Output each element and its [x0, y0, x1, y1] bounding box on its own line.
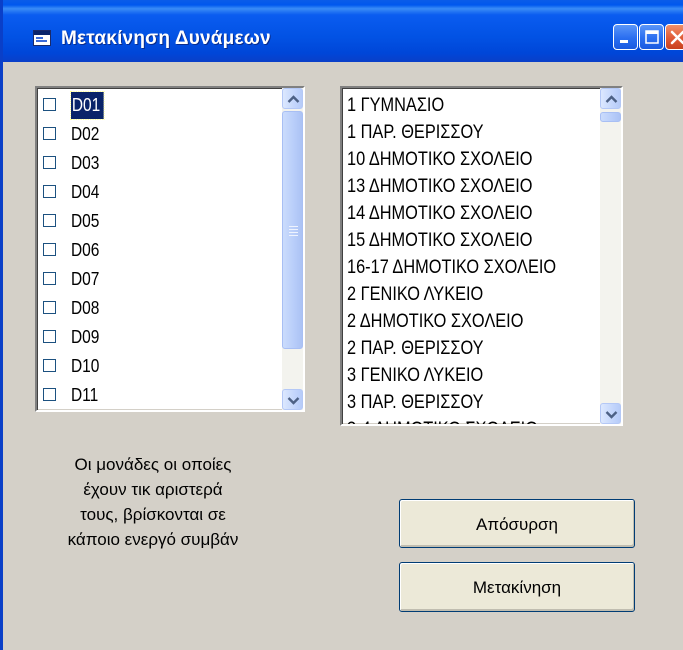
unit-label: D07 [71, 269, 100, 289]
move-forces-window: Μετακίνηση Δυνάμεων D01 D02 D03 D04 D05 D06 D0… [0, 0, 683, 650]
locations-scroll-thumb[interactable] [600, 112, 621, 122]
unit-label: D08 [71, 298, 100, 318]
locations-scroll-down-button[interactable] [600, 403, 621, 424]
unit-label: D01 [70, 91, 105, 120]
locations-list[interactable]: 1 ΓΥΜΝΑΣΙΟ 1 ΠΑΡ. ΘΕΡΙΣΣΟΥ 10 ΔΗΜΟΤΙΚΟ ΣΧΟ… [340, 86, 623, 426]
unit-list-item[interactable]: D02 [37, 121, 109, 150]
close-icon [670, 30, 683, 45]
unit-list-item[interactable]: D01 [37, 91, 109, 121]
unit-checkbox[interactable] [43, 388, 56, 401]
unit-checkbox[interactable] [43, 98, 56, 111]
locations-scroll-up-button[interactable] [600, 88, 621, 109]
location-list-item[interactable]: 3-4 ΔΗΜΟΤΙΚΟ ΣΧΟΛΕΙΟ [347, 416, 556, 424]
units-scroll-thumb[interactable] [282, 111, 303, 349]
unit-checkbox[interactable] [43, 330, 56, 343]
chevron-down-icon [287, 397, 300, 405]
unit-label: D04 [71, 182, 100, 202]
location-list-item[interactable]: 2 ΠΑΡ. ΘΕΡΙΣΣΟΥ [347, 335, 556, 362]
note-line: Οι μονάδες οι οποίες [74, 455, 232, 474]
chevron-up-icon [605, 95, 618, 103]
unit-list-item[interactable]: D09 [37, 324, 109, 353]
unit-label: D09 [71, 327, 100, 347]
location-list-item[interactable]: 1 ΓΥΜΝΑΣΙΟ [347, 92, 556, 119]
units-scroll-up-button[interactable] [282, 88, 303, 109]
unit-label: D06 [71, 240, 100, 260]
unit-list-item[interactable]: D03 [37, 150, 109, 179]
location-list-item[interactable]: 3 ΓΕΝΙΚΟ ΛΥΚΕΙΟ [347, 362, 556, 389]
location-list-item[interactable]: 16-17 ΔΗΜΟΤΙΚΟ ΣΧΟΛΕΙΟ [347, 254, 556, 281]
grip-icon [289, 226, 298, 236]
window-title: Μετακίνηση Δυνάμεων [61, 28, 271, 49]
unit-list-item[interactable]: D05 [37, 208, 109, 237]
unit-checkbox[interactable] [43, 301, 56, 314]
maximize-icon [645, 30, 659, 44]
app-window-icon [33, 30, 51, 46]
maximize-button[interactable] [639, 24, 664, 50]
location-list-item[interactable]: 14 ΔΗΜΟΤΙΚΟ ΣΧΟΛΕΙΟ [347, 200, 556, 227]
unit-checkbox[interactable] [43, 156, 56, 169]
minimize-icon [620, 40, 628, 43]
location-list-item[interactable]: 3 ΠΑΡ. ΘΕΡΙΣΣΟΥ [347, 389, 556, 416]
unit-list-item[interactable]: D08 [37, 295, 109, 324]
note-line: κάποιο ενεργό συμβάν [67, 530, 239, 549]
unit-checkbox[interactable] [43, 272, 56, 285]
units-scroll-down-button[interactable] [282, 389, 303, 410]
location-list-item[interactable]: 1 ΠΑΡ. ΘΕΡΙΣΣΟΥ [347, 119, 556, 146]
unit-list-item[interactable]: D11 [37, 382, 109, 410]
location-list-item[interactable]: 2 ΔΗΜΟΤΙΚΟ ΣΧΟΛΕΙΟ [347, 308, 556, 335]
unit-label: D11 [71, 385, 99, 405]
locations-items: 1 ΓΥΜΝΑΣΙΟ 1 ΠΑΡ. ΘΕΡΙΣΣΟΥ 10 ΔΗΜΟΤΙΚΟ ΣΧΟ… [347, 92, 590, 424]
note-line: τους, βρίσκονται σε [80, 505, 226, 524]
unit-list-item[interactable]: D10 [37, 353, 109, 382]
unit-list-item[interactable]: D06 [37, 237, 109, 266]
unit-checkbox[interactable] [43, 243, 56, 256]
unit-list-item[interactable]: D04 [37, 179, 109, 208]
locations-scrollbar[interactable] [600, 88, 621, 424]
unit-list-item[interactable]: D07 [37, 266, 109, 295]
unit-label: D05 [71, 211, 100, 231]
move-button[interactable]: Μετακίνηση [399, 562, 635, 612]
unit-label: D02 [71, 124, 100, 144]
location-list-item[interactable]: 2 ΓΕΝΙΚΟ ΛΥΚΕΙΟ [347, 281, 556, 308]
unit-checkbox[interactable] [43, 359, 56, 372]
title-bar[interactable]: Μετακίνηση Δυνάμεων [3, 0, 683, 62]
unit-checkbox[interactable] [43, 185, 56, 198]
withdraw-button[interactable]: Απόσυρση [399, 499, 635, 548]
unit-label: D03 [71, 153, 100, 173]
unit-checkbox[interactable] [43, 214, 56, 227]
location-list-item[interactable]: 10 ΔΗΜΟΤΙΚΟ ΣΧΟΛΕΙΟ [347, 146, 556, 173]
location-list-item[interactable]: 15 ΔΗΜΟΤΙΚΟ ΣΧΟΛΕΙΟ [347, 227, 556, 254]
checkbox-legend-note: Οι μονάδες οι οποίες έχουν τικ αριστερά … [41, 452, 265, 552]
units-scrollbar[interactable] [282, 88, 303, 410]
chevron-down-icon [605, 411, 618, 419]
note-line: έχουν τικ αριστερά [83, 480, 223, 499]
chevron-up-icon [287, 95, 300, 103]
unit-checkbox[interactable] [43, 127, 56, 140]
unit-label: D10 [71, 356, 100, 376]
units-items: D01 D02 D03 D04 D05 D06 D07 D08 D09 D10 D11 [37, 91, 109, 410]
location-list-item[interactable]: 13 ΔΗΜΟΤΙΚΟ ΣΧΟΛΕΙΟ [347, 173, 556, 200]
units-checklist[interactable]: D01 D02 D03 D04 D05 D06 D07 D08 D09 D10 D11 [35, 86, 305, 412]
minimize-button[interactable] [613, 24, 638, 50]
close-button[interactable] [665, 24, 683, 50]
